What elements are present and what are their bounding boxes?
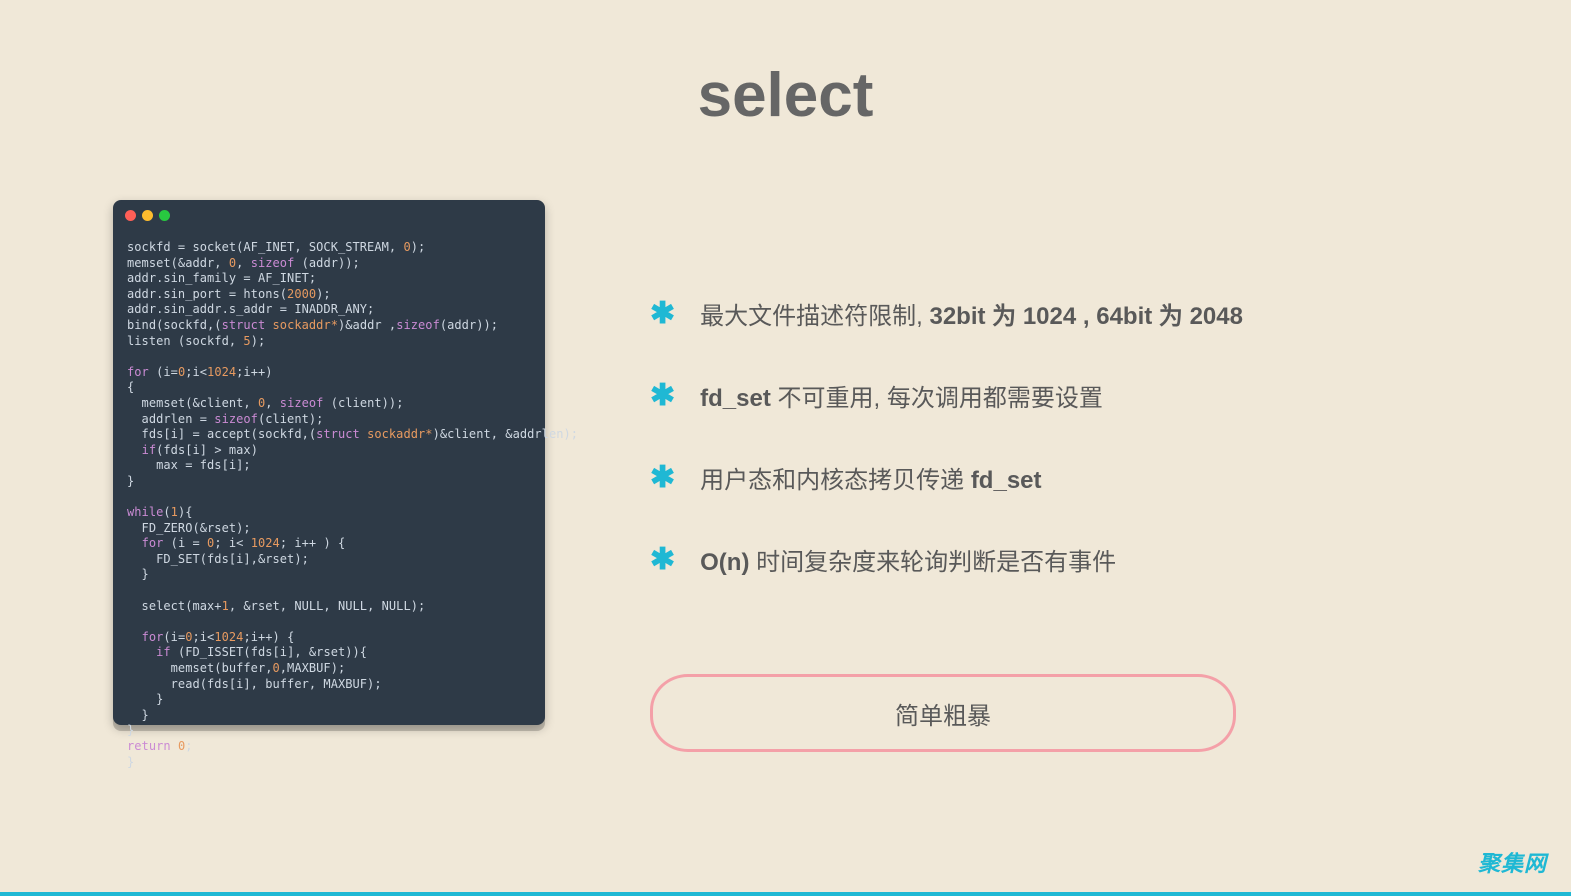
zoom-icon bbox=[159, 210, 170, 221]
minimize-icon bbox=[142, 210, 153, 221]
bullet-list: ✱ 最大文件描述符限制, 32bit 为 1024 , 64bit 为 2048… bbox=[650, 300, 1461, 628]
watermark: 聚集网 bbox=[1478, 846, 1547, 878]
asterisk-icon: ✱ bbox=[650, 299, 675, 329]
bullet-item: ✱ fd_set 不可重用, 每次调用都需要设置 bbox=[650, 382, 1461, 416]
window-controls bbox=[125, 210, 170, 221]
code-window: sockfd = socket(AF_INET, SOCK_STREAM, 0)… bbox=[113, 200, 545, 725]
bullet-text: 用户态和内核态拷贝传递 fd_set bbox=[700, 464, 1041, 498]
code-block: sockfd = socket(AF_INET, SOCK_STREAM, 0)… bbox=[127, 240, 535, 713]
bullet-item: ✱ 最大文件描述符限制, 32bit 为 1024 , 64bit 为 2048 bbox=[650, 300, 1461, 334]
slide-title: select bbox=[0, 60, 1571, 131]
summary-badge: 简单粗暴 bbox=[650, 674, 1236, 752]
bullet-text: 最大文件描述符限制, 32bit 为 1024 , 64bit 为 2048 bbox=[700, 300, 1243, 334]
close-icon bbox=[125, 210, 136, 221]
slide: select sockfd = socket(AF_INET, SOCK_STR… bbox=[0, 0, 1571, 892]
asterisk-icon: ✱ bbox=[650, 545, 675, 575]
bullet-item: ✱ O(n) 时间复杂度来轮询判断是否有事件 bbox=[650, 546, 1461, 580]
bullet-item: ✱ 用户态和内核态拷贝传递 fd_set bbox=[650, 464, 1461, 498]
asterisk-icon: ✱ bbox=[650, 381, 675, 411]
bullet-text: O(n) 时间复杂度来轮询判断是否有事件 bbox=[700, 546, 1116, 580]
asterisk-icon: ✱ bbox=[650, 463, 675, 493]
bullet-text: fd_set 不可重用, 每次调用都需要设置 bbox=[700, 382, 1103, 416]
